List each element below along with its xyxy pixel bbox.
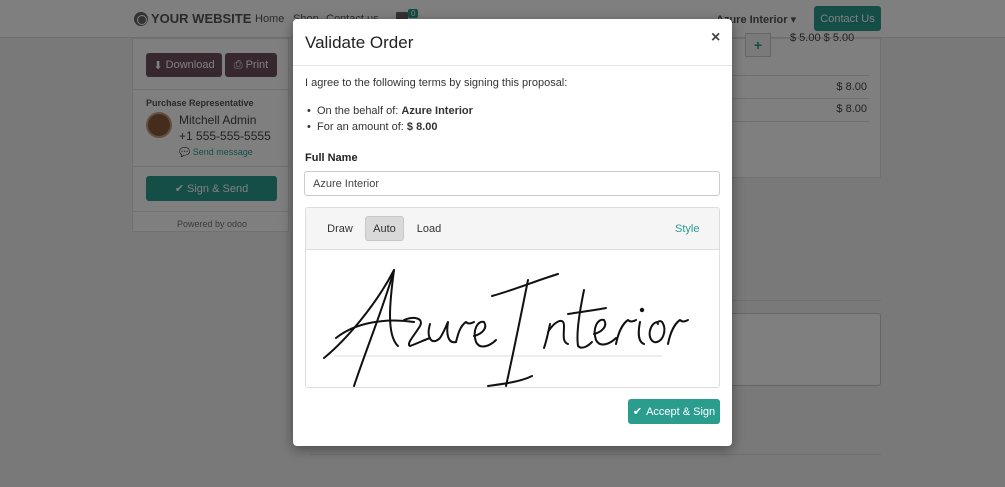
accept-sign-button[interactable]: ✔ Accept & Sign bbox=[628, 399, 720, 424]
accept-sign-label: Accept & Sign bbox=[646, 405, 716, 418]
modal-title: Validate Order bbox=[305, 33, 414, 52]
full-name-input[interactable] bbox=[304, 171, 720, 196]
signature-pad: Draw Auto Load Style bbox=[305, 207, 720, 388]
behalf-value: Azure Interior bbox=[401, 105, 473, 117]
behalf-label: On the behalf of: bbox=[317, 105, 399, 117]
signature-mode-tabs: Draw Auto Load Style bbox=[306, 208, 719, 250]
modal-header: Validate Order × bbox=[293, 19, 732, 66]
style-link[interactable]: Style bbox=[675, 223, 699, 235]
validate-order-modal: Validate Order × I agree to the followin… bbox=[293, 19, 732, 446]
tab-auto[interactable]: Auto bbox=[365, 216, 404, 241]
tab-load[interactable]: Load bbox=[409, 216, 449, 241]
signature-drawing bbox=[323, 269, 689, 387]
terms-text: I agree to the following terms by signin… bbox=[305, 77, 568, 89]
amount-item: For an amount of: $ 8.00 bbox=[307, 121, 438, 133]
behalf-item: On the behalf of: Azure Interior bbox=[307, 105, 473, 117]
signature-canvas[interactable] bbox=[306, 250, 719, 387]
amount-value: $ 8.00 bbox=[406, 121, 438, 133]
check-icon: ✔ bbox=[632, 406, 643, 418]
full-name-label: Full Name bbox=[305, 152, 358, 164]
tab-draw[interactable]: Draw bbox=[320, 216, 360, 241]
close-icon[interactable]: × bbox=[711, 29, 720, 47]
amount-label: For an amount of: bbox=[317, 121, 404, 133]
